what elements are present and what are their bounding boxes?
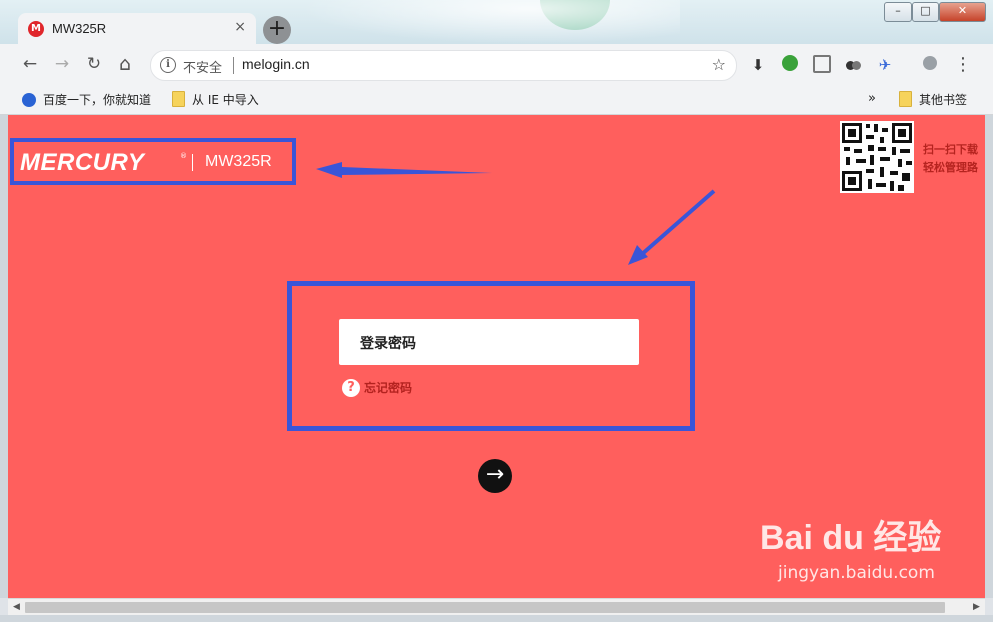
close-window-button[interactable]: ✕ — [939, 2, 986, 22]
download-arrow-icon[interactable]: ⬇ — [748, 55, 768, 75]
tab-close-icon[interactable]: × — [234, 19, 246, 35]
address-separator — [233, 57, 234, 74]
browser-toolbar: ← → ↻ ⌂ i 不安全 melogin.cn ☆ ⬇ ✈ ⋮ — [0, 44, 993, 86]
folder-icon — [172, 91, 185, 107]
bookmark-label: 百度一下，你就知道 — [43, 93, 152, 107]
bookmarks-overflow-button[interactable]: » — [868, 91, 876, 106]
window-titlebar: M MW325R × + – □ ✕ — [0, 0, 993, 44]
watermark-url: jingyan.baidu.com — [778, 563, 935, 583]
bookmark-other[interactable]: 其他书签 — [899, 91, 967, 108]
bookmark-import-ie[interactable]: 从 IE 中导入 — [172, 91, 259, 108]
dots-extension-icon[interactable] — [843, 55, 863, 75]
green-extension-icon[interactable] — [780, 55, 800, 75]
url-text[interactable]: melogin.cn — [242, 56, 310, 72]
tab-title: MW325R — [52, 21, 107, 36]
scroll-left-icon[interactable]: ◀ — [8, 599, 25, 616]
arrow-to-logo — [316, 162, 492, 178]
minimize-button[interactable]: – — [884, 2, 912, 22]
profile-avatar-icon[interactable] — [920, 55, 940, 75]
watermark-brand: Bai du 经验 — [760, 519, 942, 557]
bird-extension-icon[interactable]: ✈ — [875, 55, 895, 75]
arrow-to-login-line — [639, 189, 716, 257]
security-label[interactable]: 不安全 — [183, 57, 222, 76]
bookmark-star-icon[interactable]: ☆ — [712, 55, 726, 74]
arrow-to-login-head — [628, 245, 648, 265]
mercury-favicon-icon: M — [28, 21, 44, 37]
bookmark-label: 从 IE 中导入 — [192, 93, 259, 107]
router-login-page: MERCURY ® MW325R 扫一扫下载 轻松管理路 登录密码 ? 忘记密码 … — [8, 115, 985, 598]
scrollbar-thumb[interactable] — [25, 602, 945, 613]
right-frame — [985, 115, 993, 598]
maximize-button[interactable]: □ — [912, 2, 939, 22]
forward-button[interactable]: → — [52, 54, 72, 74]
scroll-right-icon[interactable]: ▶ — [968, 599, 985, 616]
browser-tab[interactable]: M MW325R × — [18, 13, 256, 44]
bottom-frame — [0, 615, 993, 622]
info-icon[interactable]: i — [160, 57, 176, 73]
bookmark-label: 其他书签 — [919, 93, 968, 107]
baidu-jingyan-watermark: Bai du 经验 jingyan.baidu.com — [760, 510, 941, 583]
save-extension-icon[interactable] — [812, 55, 832, 75]
address-bar[interactable]: i 不安全 melogin.cn ☆ — [150, 50, 737, 81]
titlebar-glow — [300, 0, 680, 44]
horizontal-scrollbar[interactable]: ◀ ▶ — [8, 598, 985, 616]
bookmark-baidu[interactable]: 百度一下，你就知道 — [22, 91, 151, 108]
left-frame — [0, 115, 8, 598]
bookmarks-bar: 百度一下，你就知道 从 IE 中导入 » 其他书签 — [0, 86, 993, 115]
back-button[interactable]: ← — [20, 54, 40, 74]
baidu-paw-icon — [22, 93, 36, 107]
new-tab-button[interactable]: + — [263, 16, 291, 44]
folder-icon — [899, 91, 912, 107]
reload-button[interactable]: ↻ — [84, 54, 104, 74]
menu-icon[interactable]: ⋮ — [953, 55, 973, 75]
home-button[interactable]: ⌂ — [115, 54, 135, 74]
